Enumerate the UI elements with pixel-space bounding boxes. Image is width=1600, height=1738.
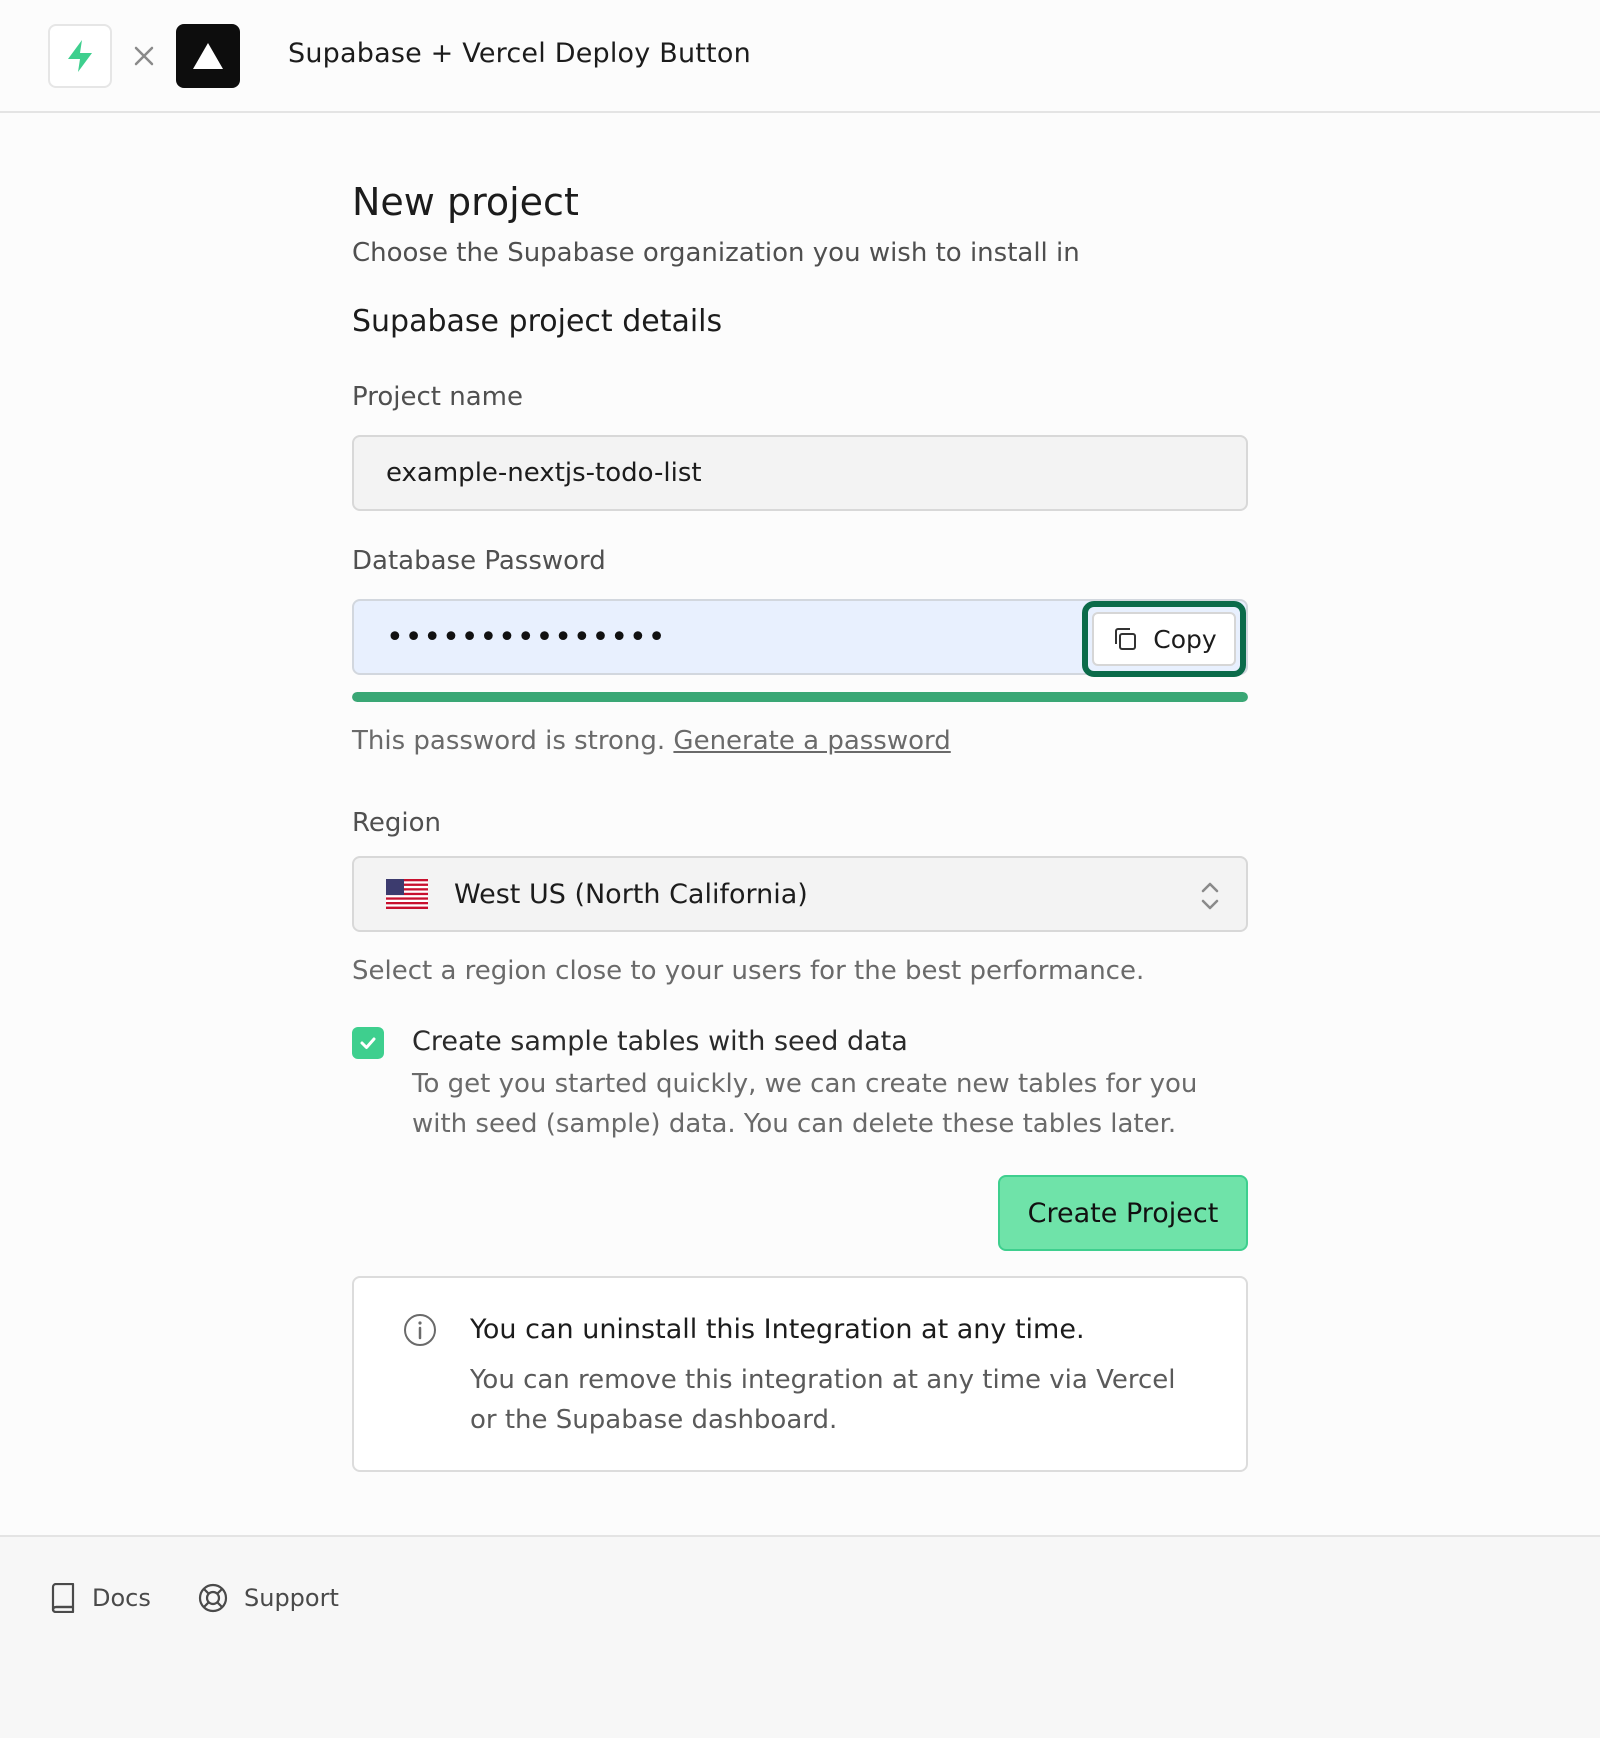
page-title: New project: [352, 180, 579, 224]
support-label: Support: [244, 1584, 339, 1612]
password-strength-text: This password is strong. Generate a pass…: [352, 726, 951, 756]
seed-data-checkbox[interactable]: [352, 1027, 384, 1059]
region-value: West US (North California): [454, 878, 808, 910]
notice-title: You can uninstall this Integration at an…: [470, 1314, 1085, 1345]
password-label: Database Password: [352, 546, 606, 576]
chevron-up-down-icon: [1201, 882, 1219, 910]
docs-link[interactable]: Docs: [50, 1583, 151, 1613]
header-title: Supabase + Vercel Deploy Button: [288, 38, 751, 69]
password-strength-fill: [352, 692, 1248, 702]
checkmark-icon: [360, 1037, 376, 1049]
docs-label: Docs: [92, 1584, 151, 1612]
copy-label: Copy: [1153, 624, 1217, 654]
top-bar: Supabase + Vercel Deploy Button: [0, 0, 1600, 113]
copy-focus-ring: Copy: [1082, 601, 1246, 677]
uninstall-notice: You can uninstall this Integration at an…: [352, 1276, 1248, 1472]
create-project-button[interactable]: Create Project: [998, 1175, 1248, 1251]
copy-button[interactable]: Copy: [1092, 612, 1236, 666]
footer: Docs Support: [0, 1535, 1600, 1738]
region-select[interactable]: West US (North California): [352, 856, 1248, 932]
password-strength-bar: [352, 692, 1248, 702]
password-input[interactable]: ••••••••••••••• Copy: [352, 599, 1248, 677]
password-strength-label: This password is strong.: [352, 726, 666, 756]
region-label: Region: [352, 808, 442, 838]
book-icon: [51, 1583, 75, 1613]
support-link[interactable]: Support: [198, 1583, 339, 1613]
vercel-logo: [176, 24, 240, 88]
close-icon: [128, 36, 160, 76]
copy-icon: [1115, 628, 1137, 650]
notice-body: You can remove this integration at any t…: [470, 1365, 1176, 1435]
us-flag-icon: [386, 879, 428, 909]
section-title: Supabase project details: [352, 304, 723, 339]
generate-password-link[interactable]: Generate a password: [673, 726, 950, 756]
region-help: Select a region close to your users for …: [352, 956, 1145, 986]
lifebuoy-icon: [198, 1583, 228, 1613]
project-name-value: example-nextjs-todo-list: [386, 458, 702, 488]
seed-data-description: To get you started quickly, we can creat…: [412, 1069, 1198, 1139]
project-name-input[interactable]: example-nextjs-todo-list: [352, 435, 1248, 511]
supabase-logo: [48, 24, 112, 88]
seed-data-title: Create sample tables with seed data: [412, 1026, 908, 1057]
password-value: •••••••••••••••: [386, 619, 667, 655]
page-subtitle: Choose the Supabase organization you wis…: [352, 238, 1080, 268]
project-name-label: Project name: [352, 382, 523, 412]
info-icon: [404, 1314, 436, 1346]
